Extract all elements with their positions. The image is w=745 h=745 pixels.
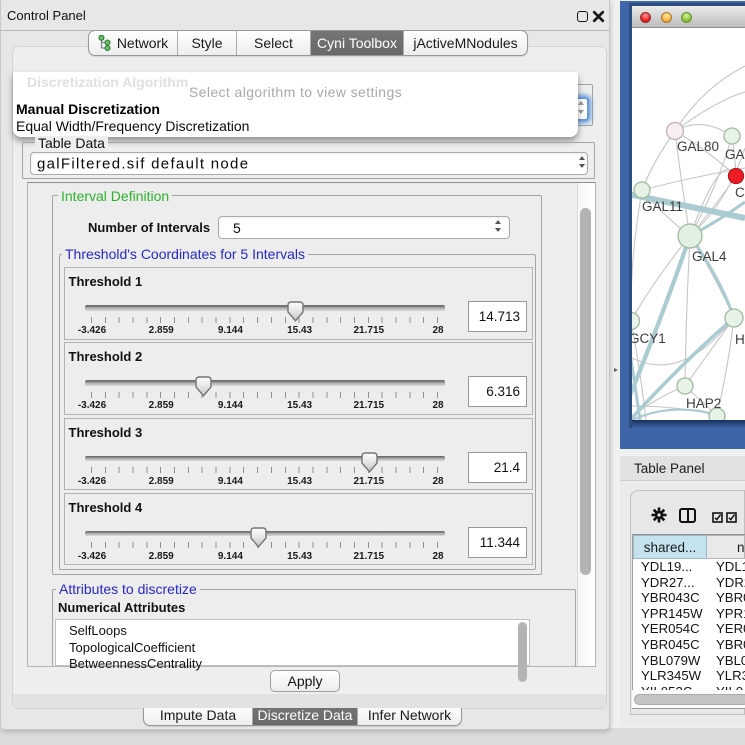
svg-text:GAL11: GAL11 — [642, 199, 683, 214]
svg-text:GAL80: GAL80 — [677, 139, 719, 154]
svg-text:GA: GA — [725, 147, 745, 162]
svg-text:C: C — [735, 185, 745, 200]
svg-text:HAP2: HAP2 — [686, 396, 721, 411]
svg-text:GCY1: GCY1 — [632, 331, 666, 346]
svg-text:HA: HA — [735, 332, 745, 347]
svg-text:GAL4: GAL4 — [692, 249, 727, 264]
